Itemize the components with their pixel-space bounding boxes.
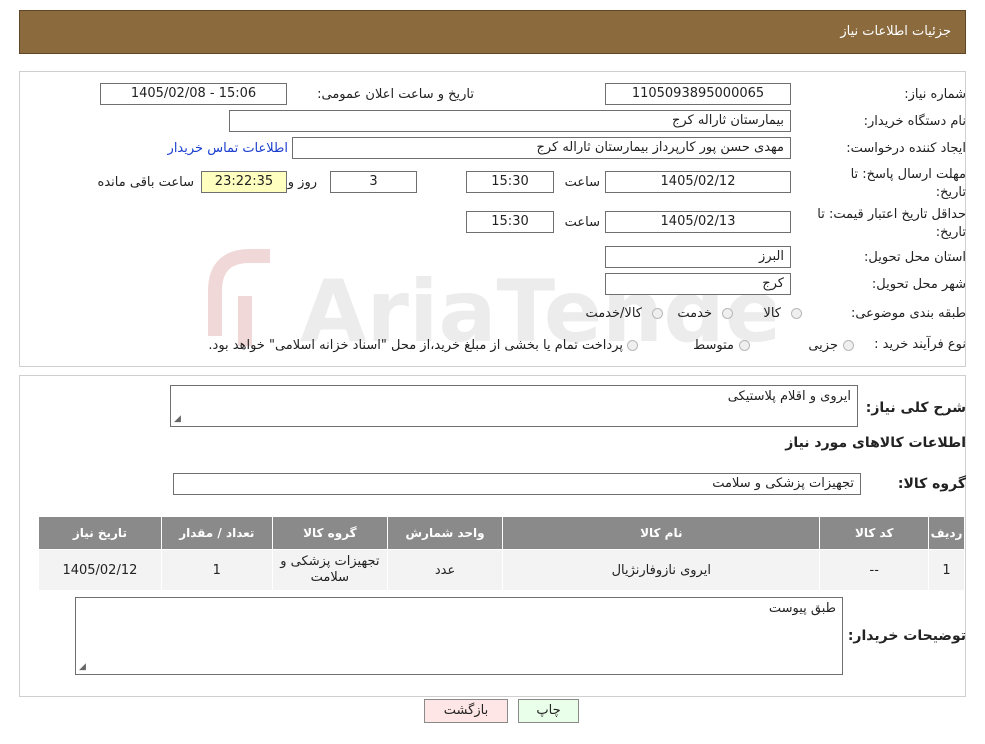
col-code: کد کالا (819, 516, 930, 550)
process-label: نوع فرآیند خرید : (874, 337, 966, 352)
deadline-time-label: ساعت (564, 175, 600, 190)
city-field: کرج (605, 273, 791, 295)
validity-label: حداقل تاریخ اعتبار قیمت: تا تاریخ: (817, 207, 966, 240)
col-unit: واحد شمارش (386, 516, 504, 550)
need-number-label: شماره نیاز: (904, 87, 966, 102)
col-name: نام کالا (502, 516, 821, 550)
days-field: 3 (330, 171, 417, 193)
category-label: طبقه بندی موضوعی: (850, 306, 966, 321)
goods-table-header: ردیف کد کالا نام کالا واحد شمارش گروه کا… (38, 516, 965, 550)
buyer-contact-link[interactable]: اطلاعات تماس خریدار (168, 141, 288, 156)
page-title: جزئیات اطلاعات نیاز (840, 24, 951, 39)
cell-qty: 1 (160, 549, 273, 591)
process-radio-minor[interactable] (843, 340, 854, 351)
city-label: شهر محل تحویل: (871, 277, 966, 292)
creator-field: مهدی حسن پور کارپرداز بیمارستان ثاراله ک… (292, 137, 791, 159)
resize-grip-icon[interactable]: ◢ (79, 663, 86, 672)
cell-name: ایروی نازوفارنژیال (502, 549, 821, 591)
creator-label: ایجاد کننده درخواست: (846, 141, 966, 156)
validity-time-field: 15:30 (466, 211, 554, 233)
process-treasury-note: پرداخت تمام یا بخشی از مبلغ خرید،از محل … (208, 338, 623, 353)
province-field: البرز (605, 246, 791, 268)
process-radio-medium[interactable] (739, 340, 750, 351)
cell-group: تجهیزات پزشکی و سلامت (271, 549, 388, 591)
resize-grip-icon[interactable]: ◢ (174, 415, 181, 424)
remaining-time-field: 23:22:35 (201, 171, 287, 193)
table-row: 1 -- ایروی نازوفارنژیال عدد تجهیزات پزشک… (38, 549, 965, 591)
need-summary-label: شرح کلی نیاز: (865, 400, 966, 416)
goods-info-title: اطلاعات کالاهای مورد نیاز (785, 435, 966, 451)
goods-table: ردیف کد کالا نام کالا واحد شمارش گروه کا… (38, 516, 965, 591)
announce-date-label: تاریخ و ساعت اعلان عمومی: (317, 87, 474, 102)
need-summary-text: ایروی و اقلام پلاستیکی (727, 389, 851, 404)
remaining-time-label: ساعت باقی مانده (97, 175, 194, 190)
buyer-org-label: نام دستگاه خریدار: (863, 114, 966, 129)
goods-group-label: گروه کالا: (897, 476, 966, 492)
buyer-notes-field: طبق پیوست ◢ (75, 597, 843, 675)
category-option-goods: کالا (763, 306, 781, 321)
cell-date: 1405/02/12 (38, 549, 162, 591)
col-row: ردیف (928, 516, 965, 550)
process-option-medium: متوسط (693, 338, 734, 353)
buyer-org-field: بیمارستان ثاراله کرج (229, 110, 791, 132)
col-group: گروه کالا (271, 516, 388, 550)
deadline-label: مهلت ارسال پاسخ: تا تاریخ: (850, 167, 966, 200)
province-label: استان محل تحویل: (864, 250, 966, 265)
col-date: تاریخ نیاز (38, 516, 162, 550)
print-button[interactable]: چاپ (518, 699, 579, 723)
buyer-notes-label: توضیحات خریدار: (847, 628, 966, 644)
announce-date-field: 1405/02/08 - 15:06 (100, 83, 287, 105)
buyer-notes-text: طبق پیوست (768, 601, 836, 616)
category-option-service: خدمت (677, 306, 712, 321)
process-radio-treasury[interactable] (627, 340, 638, 351)
need-summary-field: ایروی و اقلام پلاستیکی ◢ (170, 385, 858, 427)
category-radio-goods[interactable] (791, 308, 802, 319)
validity-date-field: 1405/02/13 (605, 211, 791, 233)
category-radio-service[interactable] (722, 308, 733, 319)
validity-time-label: ساعت (564, 215, 600, 230)
cell-row: 1 (928, 549, 965, 591)
col-qty: تعداد / مقدار (160, 516, 273, 550)
category-radio-goods-service[interactable] (652, 308, 663, 319)
deadline-time-field: 15:30 (466, 171, 554, 193)
need-number-field: 1105093895000065 (605, 83, 791, 105)
days-label: روز و (287, 175, 317, 190)
back-button[interactable]: بازگشت (424, 699, 508, 723)
process-option-minor: جزیی (808, 338, 838, 353)
page-header: جزئیات اطلاعات نیاز (19, 10, 966, 54)
deadline-date-field: 1405/02/12 (605, 171, 791, 193)
cell-unit: عدد (386, 549, 504, 591)
goods-group-field: تجهیزات پزشکی و سلامت (173, 473, 861, 495)
category-option-goods-service: کالا/خدمت (585, 306, 642, 321)
cell-code: -- (819, 549, 930, 591)
